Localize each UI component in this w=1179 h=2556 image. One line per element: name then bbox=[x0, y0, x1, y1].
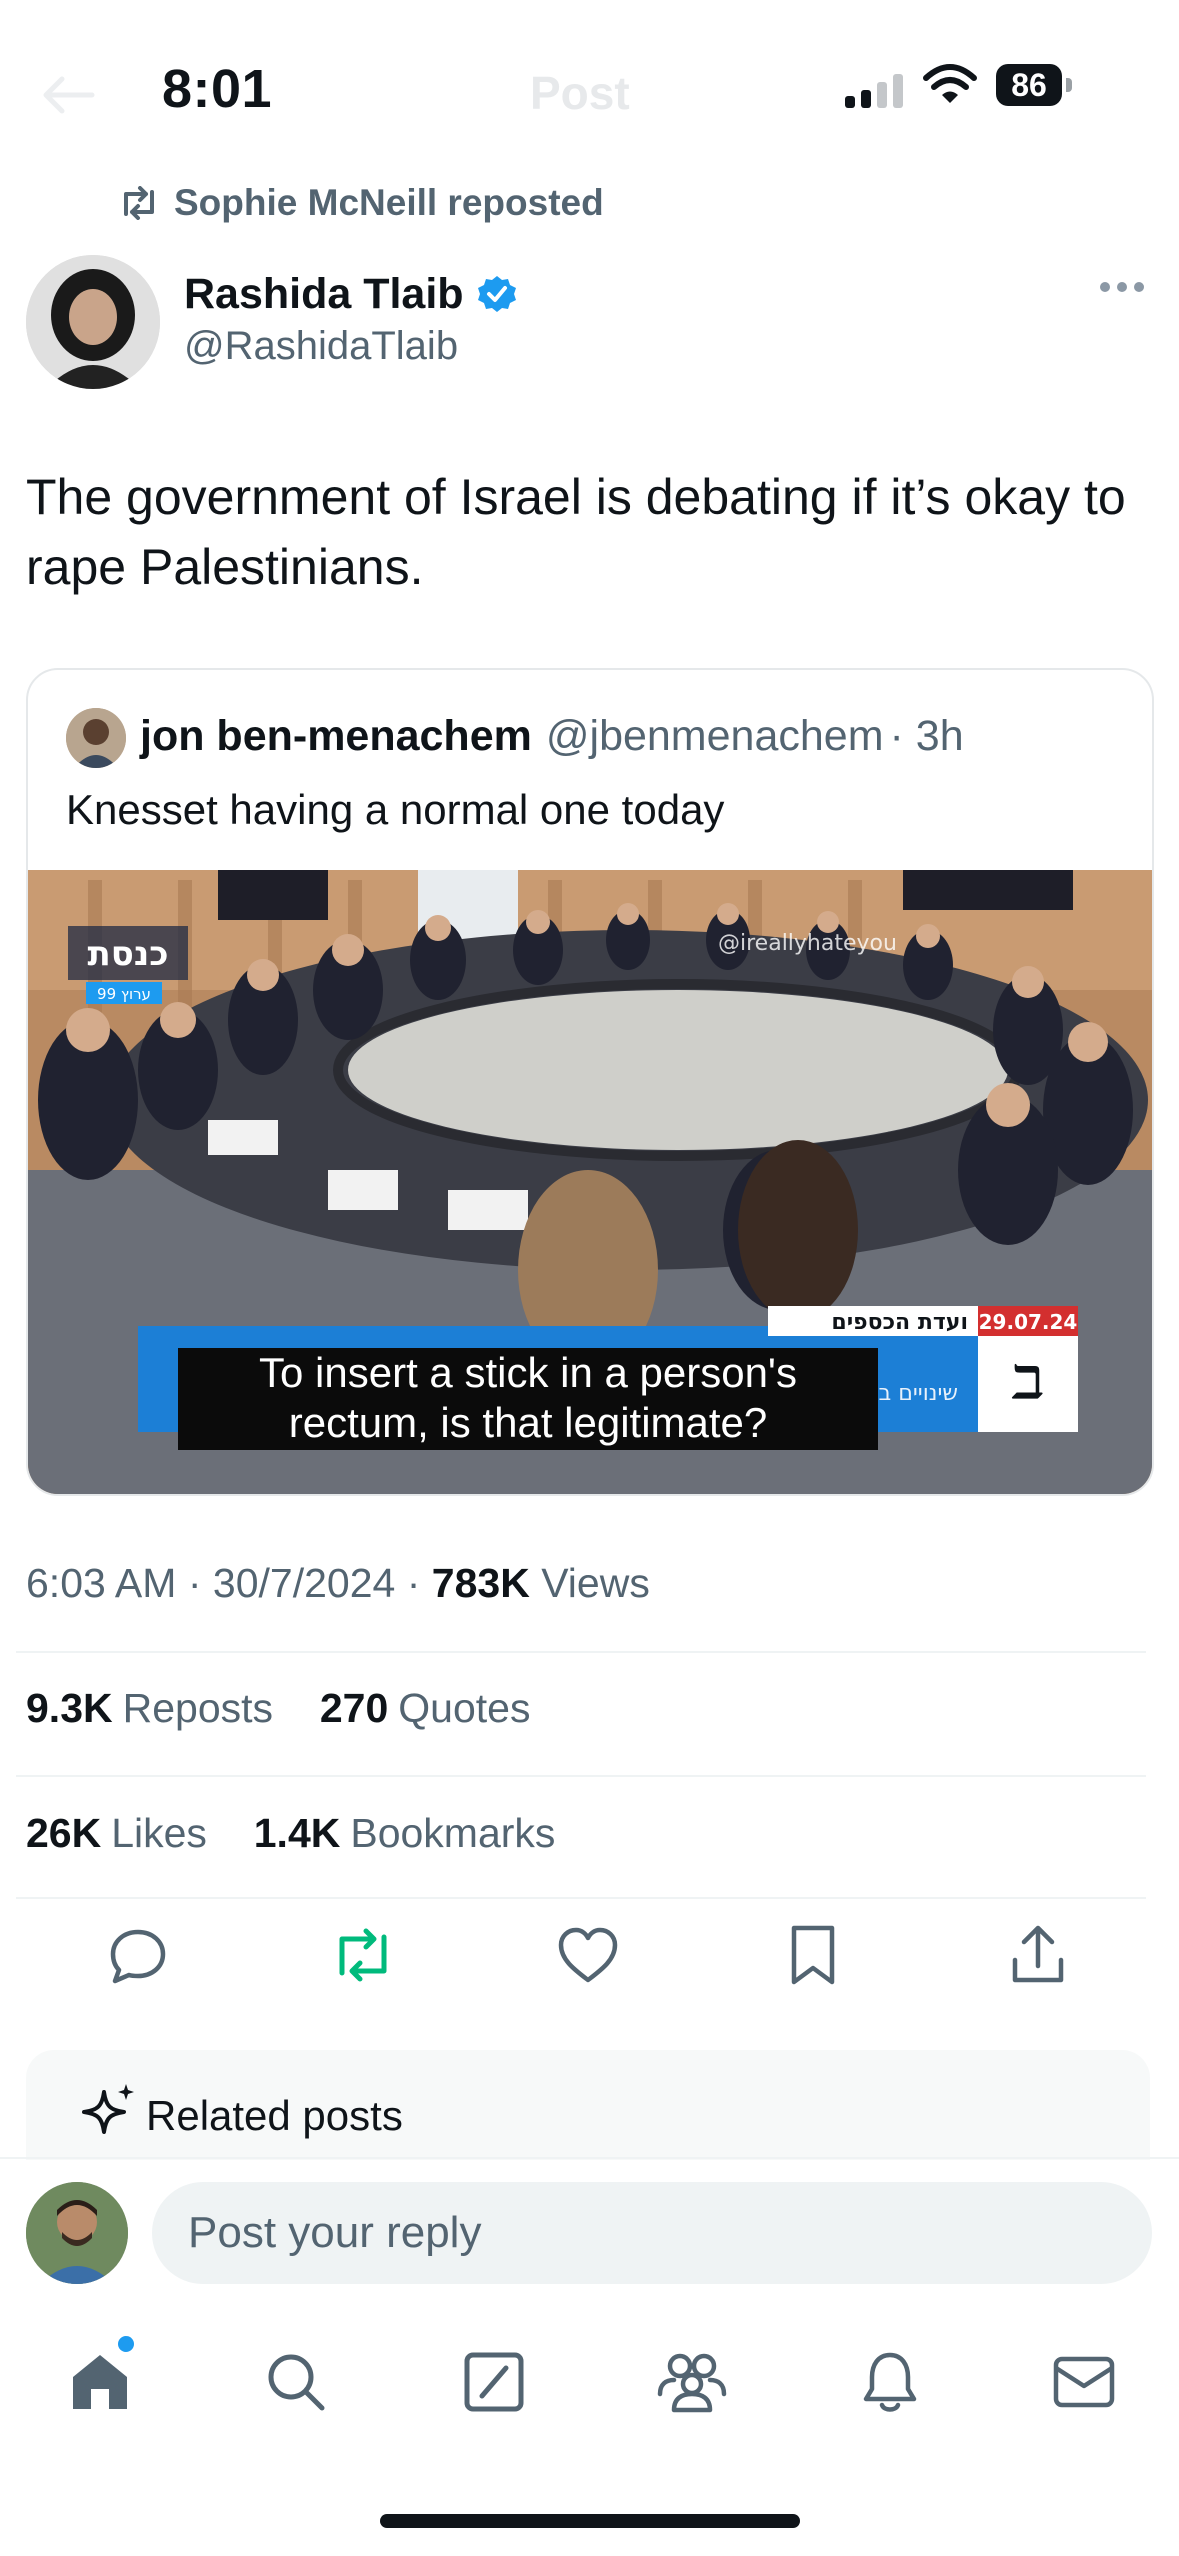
sparkle-icon bbox=[76, 2082, 140, 2151]
bookmarks-count: 1.4K bbox=[253, 1810, 341, 1856]
author-name-text: Rashida Tlaib bbox=[184, 270, 464, 318]
home-indicator[interactable] bbox=[380, 2514, 800, 2528]
quotes-stat[interactable]: 270 Quotes bbox=[320, 1685, 531, 1731]
author-avatar[interactable] bbox=[26, 255, 160, 389]
quoted-post-time: · 3h bbox=[889, 712, 964, 760]
reply-bar-divider bbox=[0, 2157, 1179, 2159]
svg-text:ℶ: ℶ bbox=[1011, 1355, 1045, 1409]
divider bbox=[16, 1651, 1146, 1653]
bottom-tab-bar bbox=[0, 2310, 1179, 2450]
reposted-label[interactable]: Sophie McNeill reposted bbox=[118, 182, 604, 224]
repost-small-icon bbox=[124, 186, 154, 220]
action-bar bbox=[0, 1920, 1179, 2010]
bookmark-icon[interactable] bbox=[778, 1920, 848, 1990]
author-handle[interactable]: @RashidaTlaib bbox=[184, 324, 458, 369]
status-time: 8:01 bbox=[162, 59, 273, 119]
lower-third-title: ועדת הכספים bbox=[831, 1310, 968, 1335]
likes-stat[interactable]: 26K Likes bbox=[26, 1810, 207, 1856]
bookmarks-stat[interactable]: 1.4K Bookmarks bbox=[254, 1810, 556, 1856]
back-arrow-icon[interactable] bbox=[40, 72, 96, 126]
more-options-icon[interactable] bbox=[1100, 282, 1144, 292]
battery-indicator: 86 bbox=[996, 64, 1062, 106]
quoted-author-line: jon ben-menachem @jbenmenachem · 3h bbox=[140, 712, 964, 761]
quoted-author-handle[interactable]: @jbenmenachem bbox=[546, 712, 884, 761]
divider bbox=[16, 1775, 1146, 1777]
related-posts-label: Related posts bbox=[146, 2092, 403, 2139]
watermark-text: @ireallyhateyou bbox=[718, 931, 897, 956]
post-date: 30/7/2024 bbox=[212, 1560, 396, 1606]
post-meta: 6:03 AM · 30/7/2024 · 783K Views bbox=[26, 1560, 650, 1607]
verified-badge-icon bbox=[477, 275, 516, 312]
battery-cap bbox=[1066, 78, 1072, 92]
communities-icon[interactable] bbox=[652, 2342, 732, 2422]
reply-icon[interactable] bbox=[103, 1920, 173, 1990]
post-time: 6:03 AM bbox=[26, 1560, 177, 1606]
home-notification-dot bbox=[118, 2336, 134, 2352]
share-icon[interactable] bbox=[1003, 1920, 1073, 1990]
tweet-text: The government of Israel is debating if … bbox=[26, 469, 1126, 595]
views-count[interactable]: 783K bbox=[432, 1560, 530, 1606]
quoted-author-name[interactable]: jon ben-menachem bbox=[140, 712, 532, 761]
views-label: Views bbox=[541, 1560, 650, 1606]
bookmarks-label: Bookmarks bbox=[350, 1810, 556, 1856]
channel-label: ערוץ 99 bbox=[97, 985, 151, 1003]
broadcast-date: 29.07.24 bbox=[979, 1310, 1078, 1334]
quotes-count: 270 bbox=[319, 1685, 389, 1731]
meta-separator: · bbox=[187, 1560, 202, 1606]
stats-row-1: 9.3K Reposts 270 Quotes bbox=[26, 1685, 530, 1732]
home-icon[interactable] bbox=[60, 2342, 140, 2422]
author-name[interactable]: Rashida Tlaib bbox=[184, 270, 518, 319]
user-avatar[interactable] bbox=[26, 2182, 128, 2284]
reposts-count: 9.3K bbox=[26, 1685, 113, 1731]
divider bbox=[16, 1897, 1146, 1899]
reply-input[interactable] bbox=[152, 2182, 1152, 2284]
grok-icon[interactable] bbox=[454, 2342, 534, 2422]
messages-icon[interactable] bbox=[1044, 2342, 1124, 2422]
cellular-signal-icon bbox=[845, 72, 903, 108]
stats-row-2: 26K Likes 1.4K Bookmarks bbox=[26, 1810, 555, 1857]
quotes-label: Quotes bbox=[398, 1685, 531, 1731]
quoted-post-text: Knesset having a normal one today bbox=[66, 786, 725, 833]
like-icon[interactable] bbox=[553, 1920, 623, 1990]
repost-icon[interactable] bbox=[328, 1920, 398, 1990]
caption-line-2: rectum, is that legitimate? bbox=[288, 1399, 768, 1446]
likes-label: Likes bbox=[111, 1810, 207, 1856]
header-title: Post bbox=[530, 67, 630, 119]
search-icon[interactable] bbox=[256, 2342, 336, 2422]
likes-count: 26K bbox=[26, 1810, 102, 1856]
wifi-icon bbox=[922, 62, 978, 111]
reposts-label: Reposts bbox=[122, 1685, 274, 1731]
video-caption: To insert a stick in a person's rectum, … bbox=[178, 1348, 878, 1450]
reposts-stat[interactable]: 9.3K Reposts bbox=[26, 1685, 273, 1731]
caption-line-1: To insert a stick in a person's bbox=[259, 1349, 797, 1396]
reposted-by-text: Sophie McNeill reposted bbox=[174, 182, 604, 223]
meta-separator: · bbox=[406, 1560, 421, 1606]
quoted-author-avatar[interactable] bbox=[66, 708, 126, 768]
knesset-logo-text: כנסת bbox=[88, 934, 169, 974]
notifications-icon[interactable] bbox=[850, 2342, 930, 2422]
